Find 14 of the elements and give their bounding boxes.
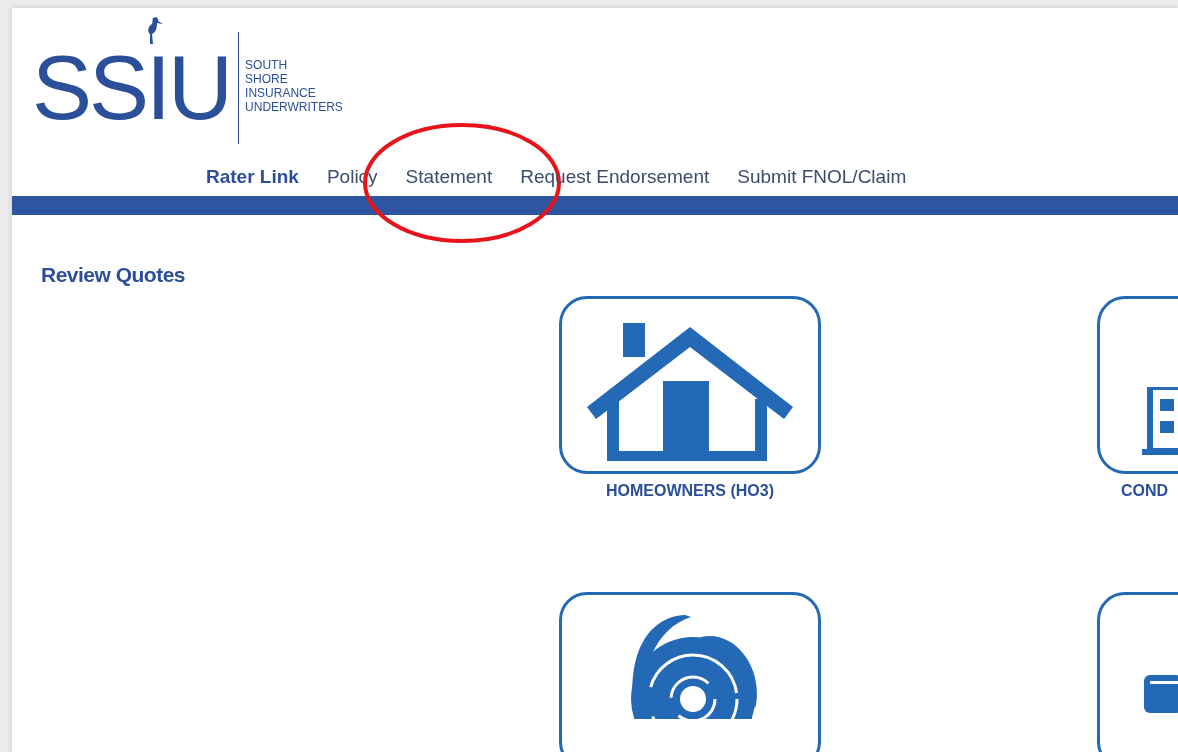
product-tile[interactable] — [559, 296, 821, 474]
tile-label: HOMEOWNERS (HO3) — [605, 482, 775, 500]
section-title: Review Quotes — [41, 263, 187, 288]
logo-tagline: SHORE — [245, 72, 289, 86]
building-icon — [1142, 387, 1178, 457]
nav-link[interactable]: Statement — [405, 166, 493, 187]
logo-wordmark: SSIU — [32, 56, 231, 121]
product-tile[interactable] — [559, 592, 821, 752]
nav-link[interactable]: Submit FNOL/Claim — [737, 166, 907, 187]
logo-tagline: INSURANCE — [245, 86, 317, 100]
nav-link[interactable]: Rater Link — [206, 166, 299, 187]
logo-tagline: SOUTH — [245, 58, 289, 72]
logo-tagline: UNDERWRITERS — [245, 100, 343, 114]
tile-label: COND — [1120, 482, 1170, 500]
